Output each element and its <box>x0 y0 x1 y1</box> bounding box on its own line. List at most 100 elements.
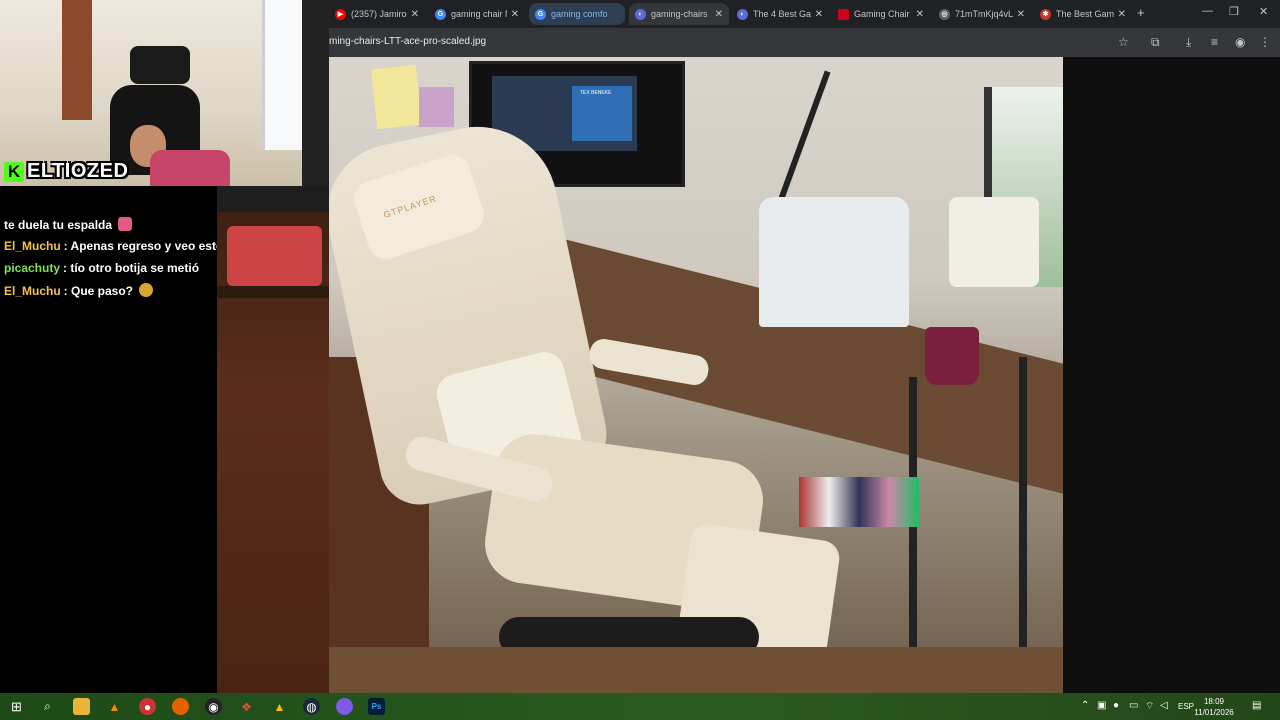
chat-username: picachuty <box>4 261 61 275</box>
mic-icon[interactable]: ● <box>1113 700 1119 711</box>
tab-title: Gaming Chair <box>854 9 910 19</box>
chat-message: El_Muchu: Apenas regreso y veo esto <box>4 239 223 253</box>
new-tab-button[interactable]: + <box>1137 5 1145 20</box>
obs-icon[interactable]: ◉ <box>205 698 222 715</box>
close-tab-icon[interactable]: ✕ <box>916 9 924 20</box>
channel-name: ELTIOZED <box>27 160 129 182</box>
channel-brand: K ELTIOZED <box>4 160 128 183</box>
camera-icon[interactable]: ▣ <box>1097 700 1106 711</box>
close-tab-icon[interactable]: ✕ <box>411 9 419 20</box>
windows-start-icon[interactable]: ⊞ <box>8 698 25 715</box>
tab-title: gaming comfo <box>551 9 608 19</box>
mug-image <box>925 327 979 385</box>
chat-username: El_Muchu <box>4 284 61 298</box>
tab-gaming-chairs-image[interactable]: ◐ gaming-chairs ✕ <box>629 3 729 25</box>
profile-icon[interactable]: ◉ <box>1235 35 1245 49</box>
chat-message: picachuty: tío otro botija se metió <box>4 261 199 275</box>
app-icon[interactable]: ❖ <box>238 698 255 715</box>
tab-strip: ▶ (2357) Jamiroq ✕ G gaming chair N ✕ G … <box>329 0 1280 28</box>
tab-title: gaming chair N <box>451 9 507 19</box>
menu-icon[interactable]: ⋮ <box>1259 35 1271 49</box>
clock-time: 18:09 <box>1203 697 1225 706</box>
monitor-edge-image <box>217 186 329 212</box>
google-icon: G <box>435 8 446 20</box>
chat-username: El_Muchu <box>4 239 61 253</box>
gaming-chair-photo[interactable]: TEX BENEKE GTPLAYER <box>329 57 1063 693</box>
tab-the-best-gaming[interactable]: ✱ The Best Gam ✕ <box>1034 3 1132 25</box>
close-tab-icon[interactable]: ✕ <box>815 9 823 20</box>
close-tab-icon[interactable]: ✕ <box>1118 9 1126 20</box>
drive-icon[interactable]: ▲ <box>271 698 288 715</box>
tab-gaming-chair-shop[interactable]: Gaming Chair ✕ <box>832 3 930 25</box>
floor-image <box>329 647 1063 693</box>
taskbar: ⊞ ⌕ ▲ ● ◉ ❖ ▲ ◍ Ps ⌃ ▣ ● ▭ ⌔ ◁ ESP 18:09… <box>0 693 1280 720</box>
extensions-icon[interactable]: ⧉ <box>1151 35 1160 50</box>
tab-title: gaming-chairs <box>651 9 708 19</box>
desk-leg-image <box>909 377 917 693</box>
table-lamp-image <box>949 197 1039 287</box>
chat-message: El_Muchu: Que paso? <box>4 283 154 298</box>
site-icon <box>838 8 849 20</box>
streamer-shirt-image <box>150 150 230 186</box>
desk-leg-image <box>1019 357 1027 693</box>
tab-best-gaming-chairs[interactable]: ◐ The 4 Best Gam ✕ <box>731 3 829 25</box>
firefox-icon[interactable] <box>172 698 189 715</box>
chat-text: : tío otro botija se metió <box>63 261 200 275</box>
globe-icon: ◎ <box>939 8 950 20</box>
pink-face-emote-icon <box>118 217 133 231</box>
close-tab-icon[interactable]: ✕ <box>1017 9 1025 20</box>
lamp-arm-image <box>773 70 831 214</box>
sewing-machine-image <box>759 197 909 327</box>
photoshop-icon[interactable]: Ps <box>368 698 385 715</box>
volume-icon[interactable]: ◁ <box>1160 700 1168 711</box>
sticky-note-image <box>370 64 423 130</box>
tab-title: 71mTmKjq4vL <box>955 9 1013 19</box>
vlc-icon[interactable]: ▲ <box>106 698 123 715</box>
close-tab-icon[interactable]: ✕ <box>715 9 723 20</box>
chair-headrest-image <box>130 46 190 84</box>
chair-brand-logo: GTPLAYER <box>382 193 439 221</box>
restore-icon[interactable]: ❐ <box>1229 5 1239 18</box>
chat-text: : Que paso? <box>63 284 134 298</box>
chat-text: : Apenas regreso y veo esto <box>63 239 224 253</box>
shelf-board-image <box>217 286 329 298</box>
tab-gaming-comfort[interactable]: G gaming comfo <box>529 3 625 25</box>
tab-youtube[interactable]: ▶ (2357) Jamiroq ✕ <box>329 3 425 25</box>
discord-icon[interactable] <box>336 698 353 715</box>
tab-gaming-chair-search[interactable]: G gaming chair N ✕ <box>429 3 525 25</box>
chevron-up-icon[interactable]: ⌃ <box>1081 700 1089 711</box>
close-tab-icon[interactable]: ✕ <box>511 9 519 20</box>
search-icon[interactable]: ⌕ <box>39 698 56 715</box>
shelf-items-image <box>227 226 322 286</box>
chat-text: te duela tu espalda <box>4 218 113 232</box>
youtube-icon: ▶ <box>335 8 346 20</box>
steam-icon[interactable]: ◍ <box>303 698 320 715</box>
network-icon[interactable]: ▭ <box>1129 700 1138 711</box>
close-window-icon[interactable]: ✕ <box>1259 5 1268 18</box>
site-icon: ✱ <box>1040 8 1051 20</box>
clock[interactable]: 18:09 11/01/2026 <box>1194 696 1234 718</box>
minimize-icon[interactable]: — <box>1202 5 1213 17</box>
image-viewer: TEX BENEKE GTPLAYER <box>329 57 1280 693</box>
background-scene-image <box>217 186 329 693</box>
url-text[interactable]: ming-chairs-LTT-ace-pro-scaled.jpg <box>329 36 486 47</box>
wifi-icon[interactable]: ⌔ <box>1145 700 1154 713</box>
page-icon: ◐ <box>737 8 748 20</box>
tab-title: The Best Gam <box>1056 9 1114 19</box>
clock-date: 11/01/2026 <box>1194 708 1234 717</box>
tab-title: (2357) Jamiroq <box>351 9 407 19</box>
notifications-icon[interactable]: ▤ <box>1252 700 1261 711</box>
bookmark-star-icon[interactable]: ☆ <box>1118 35 1129 49</box>
download-icon[interactable]: ⤓ <box>1186 35 1191 50</box>
language-indicator[interactable]: ESP <box>1178 702 1194 711</box>
tab-image-file[interactable]: ◎ 71mTmKjq4vL ✕ <box>933 3 1031 25</box>
file-explorer-icon[interactable] <box>73 698 90 715</box>
google-icon: G <box>535 8 546 20</box>
chat-message: te duela tu espalda <box>4 217 133 232</box>
kick-logo-icon: K <box>4 161 24 182</box>
thinking-emote-icon <box>139 283 154 297</box>
foam-panel-image <box>302 0 329 186</box>
media-control-icon[interactable]: ≡ <box>1211 35 1218 49</box>
webcam-overlay: K ELTIOZED <box>0 0 329 186</box>
chrome-icon[interactable]: ● <box>139 698 156 715</box>
